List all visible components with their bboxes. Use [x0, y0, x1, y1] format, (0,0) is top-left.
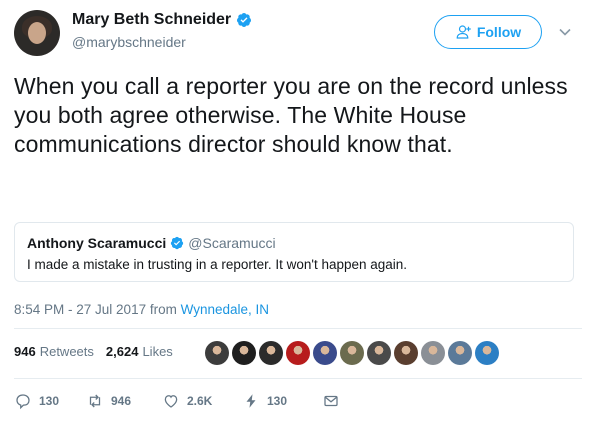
divider [14, 328, 582, 329]
moments-lightning-icon [246, 394, 256, 408]
follow-button-label: Follow [476, 24, 522, 40]
liker-avatar[interactable] [367, 341, 391, 365]
tweet-meta: 8:54 PM - 27 Jul 2017 from Wynnedale, IN [14, 302, 269, 317]
liker-avatar[interactable] [448, 341, 472, 365]
moments-count: 130 [267, 394, 288, 408]
add-person-icon [456, 25, 471, 39]
verified-badge-icon [237, 13, 252, 27]
retweet-icon [89, 394, 101, 408]
tweet-stats: 946 Retweets 2,624 Likes [14, 344, 185, 359]
chevron-down-icon[interactable] [558, 25, 572, 39]
likes-label: Likes [142, 344, 173, 359]
liker-avatar[interactable] [394, 341, 418, 365]
verified-badge-icon [171, 236, 184, 250]
liker-avatar[interactable] [286, 341, 310, 365]
author-avatar[interactable] [14, 10, 60, 56]
reply-count: 130 [39, 394, 60, 408]
liker-avatar[interactable] [232, 341, 256, 365]
quoted-tweet[interactable]: Anthony Scaramucci @Scaramucci I made a … [14, 222, 574, 282]
tweet-actions: 130 946 2.6K 130 [14, 392, 340, 410]
liker-avatar[interactable] [205, 341, 229, 365]
like-action[interactable]: 2.6K [162, 392, 242, 410]
follow-button[interactable]: Follow [434, 15, 542, 49]
quoted-tweet-header: Anthony Scaramucci @Scaramucci [27, 235, 276, 251]
author-display-name[interactable]: Mary Beth Schneider [72, 11, 231, 29]
liker-avatar[interactable] [340, 341, 364, 365]
heart-icon [164, 395, 178, 408]
quoted-author-handle: @Scaramucci [188, 235, 276, 251]
likes-count: 2,624 [105, 344, 139, 359]
retweets-label: Retweets [39, 344, 94, 359]
like-count: 2.6K [187, 394, 213, 408]
reply-icon [16, 394, 30, 410]
quoted-author-name: Anthony Scaramucci [27, 235, 167, 251]
tweet-card: Mary Beth Schneider @marybschneider Foll… [0, 0, 596, 426]
author-handle[interactable]: @marybschneider [72, 34, 186, 50]
tweet-location[interactable]: Wynnedale, IN [181, 302, 269, 317]
likes-stat[interactable]: 2,624 Likes [106, 344, 173, 359]
liker-avatar[interactable] [259, 341, 283, 365]
likers-avatars [205, 341, 499, 365]
envelope-icon [324, 395, 338, 407]
quoted-tweet-text: I made a mistake in trusting in a report… [27, 257, 408, 272]
author-name-row: Mary Beth Schneider [72, 11, 252, 29]
retweet-action[interactable]: 946 [86, 392, 162, 410]
retweets-stat[interactable]: 946 Retweets [14, 344, 94, 359]
moments-action[interactable]: 130 [242, 392, 322, 410]
divider [14, 378, 582, 379]
liker-avatar[interactable] [313, 341, 337, 365]
direct-message-action[interactable] [322, 392, 340, 410]
liker-avatar[interactable] [421, 341, 445, 365]
liker-avatar[interactable] [475, 341, 499, 365]
reply-action[interactable]: 130 [14, 392, 86, 410]
retweets-count: 946 [14, 344, 36, 359]
tweet-timestamp[interactable]: 8:54 PM - 27 Jul 2017 from [14, 302, 181, 317]
retweet-count: 946 [111, 394, 132, 408]
avatar-face [28, 22, 46, 44]
tweet-text: When you call a reporter you are on the … [14, 73, 568, 157]
